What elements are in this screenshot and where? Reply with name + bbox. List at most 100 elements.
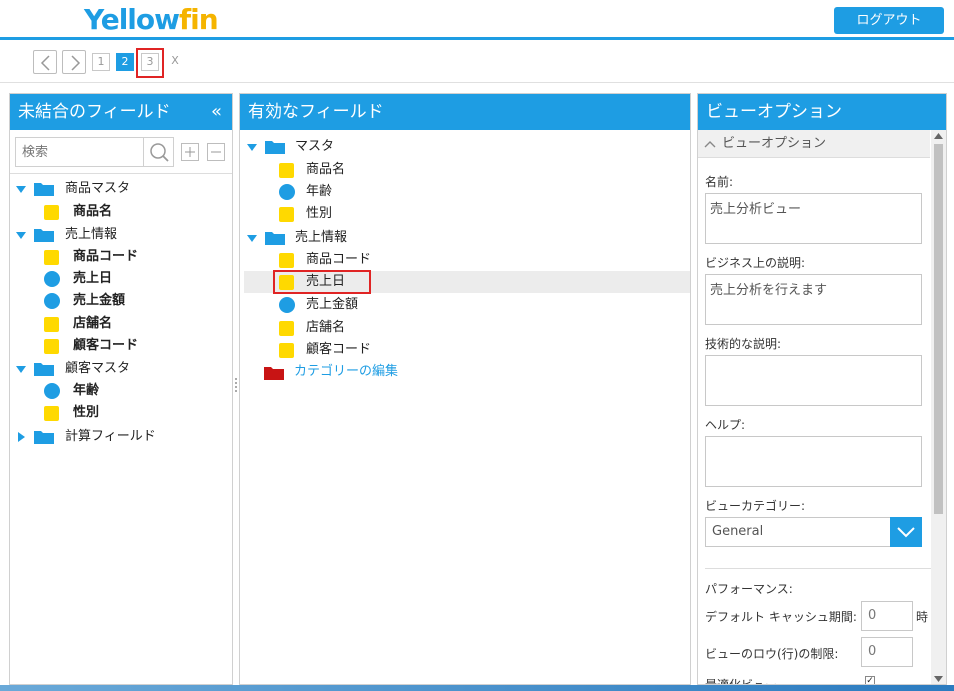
dimension-icon: [279, 207, 294, 222]
step-navigation: 1 2 3 X: [0, 43, 954, 83]
collapse-all-button[interactable]: [207, 143, 225, 161]
panel-splitter[interactable]: [235, 378, 237, 392]
dimension-icon: [279, 163, 294, 178]
field-label: 年齢: [306, 184, 333, 199]
field-label: 売上金額: [306, 297, 359, 312]
performance-label: パフォーマンス:: [705, 582, 793, 596]
step-2-button[interactable]: 2: [116, 53, 134, 71]
plus-icon: [185, 147, 195, 157]
folder-label: 計算フィールド: [65, 429, 156, 444]
chevron-right-icon: [71, 55, 81, 71]
minus-icon: [211, 151, 221, 153]
available-fields-panel: 有効なフィールド マスタ 商品名 年齢 性別 売上情報 商品コード 売上日 売上…: [239, 93, 691, 685]
field-label: 商品名: [73, 204, 113, 219]
metric-icon: [44, 293, 60, 309]
collapse-left-icon[interactable]: «: [211, 94, 222, 130]
scrollbar[interactable]: [931, 130, 946, 684]
help-label: ヘルプ:: [705, 418, 746, 432]
field-label: 年齢: [73, 383, 100, 398]
folder-icon: [34, 183, 54, 196]
panel-title: 未結合のフィールド: [18, 102, 171, 122]
dimension-icon: [44, 205, 59, 220]
expand-arrow-icon[interactable]: [18, 432, 25, 442]
row-limit-label: ビューのロウ(行)の制限:: [705, 647, 839, 661]
dimension-icon: [44, 339, 59, 354]
search-input[interactable]: [15, 137, 144, 167]
dimension-icon: [44, 250, 59, 265]
prev-step-button[interactable]: [33, 50, 57, 74]
scroll-up-icon[interactable]: [934, 133, 943, 139]
expand-all-button[interactable]: [181, 143, 199, 161]
step-3-highlight: [136, 48, 164, 78]
dimension-icon: [279, 253, 294, 268]
folder-label: 売上情報: [295, 230, 348, 245]
optimized-view-checkbox[interactable]: ✓: [865, 676, 875, 684]
field-label: 商品名: [306, 162, 346, 177]
folder-icon: [265, 232, 285, 245]
row-limit-input[interactable]: 0: [861, 637, 913, 667]
chevron-up-icon: [704, 141, 716, 148]
search-icon: [150, 143, 169, 162]
view-options-panel: ビューオプション ビューオプション 名前: 売上分析ビュー ビジネス上の説明: …: [697, 93, 947, 685]
field-label: 商品コード: [306, 252, 372, 267]
field-label: 売上金額: [73, 293, 126, 308]
optimized-view-label: 最適化ビュー: [705, 678, 778, 685]
metric-icon: [44, 271, 60, 287]
folder-label: 顧客マスタ: [65, 361, 131, 376]
expand-arrow-icon[interactable]: [16, 232, 26, 239]
dimension-icon: [279, 343, 294, 358]
expand-arrow-icon[interactable]: [247, 235, 257, 242]
expand-arrow-icon[interactable]: [247, 144, 257, 151]
field-label: 商品コード: [73, 249, 139, 264]
folder-icon: [34, 229, 54, 242]
panel-header: 未結合のフィールド «: [10, 94, 232, 130]
folder-icon: [34, 431, 54, 444]
search-button[interactable]: [144, 137, 174, 167]
field-label: 性別: [73, 405, 100, 420]
field-label: 店舗名: [306, 320, 346, 335]
yellowfin-logo: Yellowfin: [84, 3, 219, 36]
name-field[interactable]: 売上分析ビュー: [705, 193, 922, 244]
step-1-button[interactable]: 1: [92, 53, 110, 71]
expand-arrow-icon[interactable]: [16, 366, 26, 373]
scrollbar-thumb[interactable]: [934, 144, 943, 514]
metric-icon: [279, 184, 295, 200]
chevron-down-icon: [897, 527, 915, 538]
unjoined-fields-panel: 未結合のフィールド « 商品マスタ 商品名 売上情報: [9, 93, 233, 685]
cache-period-label: デフォルト キャッシュ期間:: [705, 610, 857, 624]
business-description-field[interactable]: 売上分析を行えます: [705, 274, 922, 325]
expand-arrow-icon[interactable]: [16, 186, 26, 193]
panel-title: 有効なフィールド: [248, 102, 384, 122]
folder-icon: [265, 141, 285, 154]
view-category-value: General: [712, 524, 764, 539]
folder-label: マスタ: [295, 139, 335, 154]
view-category-label: ビューカテゴリー:: [705, 499, 806, 513]
section-title: ビューオプション: [722, 136, 827, 151]
logout-button[interactable]: ログアウト: [834, 7, 944, 34]
view-category-select[interactable]: General: [705, 517, 922, 547]
field-label: 顧客コード: [306, 342, 372, 357]
dimension-icon: [279, 321, 294, 336]
next-step-button[interactable]: [62, 50, 86, 74]
cache-period-input[interactable]: 0: [861, 601, 913, 631]
selected-field-highlight: [273, 270, 371, 294]
field-label: 顧客コード: [73, 338, 139, 353]
business-description-label: ビジネス上の説明:: [705, 256, 806, 270]
scroll-down-icon[interactable]: [934, 676, 943, 682]
metric-icon: [44, 383, 60, 399]
help-field[interactable]: [705, 436, 922, 487]
technical-description-field[interactable]: [705, 355, 922, 406]
field-label: 性別: [306, 206, 333, 221]
dropdown-button[interactable]: [890, 517, 922, 547]
field-label: 店舗名: [73, 316, 113, 331]
dimension-icon: [44, 406, 59, 421]
step-close-button[interactable]: X: [166, 53, 184, 71]
divider: [705, 568, 931, 569]
panel-header: ビューオプション: [698, 94, 946, 130]
name-label: 名前:: [705, 175, 734, 189]
panel-title: ビューオプション: [706, 102, 842, 122]
panel-header: 有効なフィールド: [240, 94, 690, 130]
metric-icon: [279, 297, 295, 313]
view-options-section-header[interactable]: ビューオプション: [698, 130, 930, 158]
folder-icon: [34, 363, 54, 376]
